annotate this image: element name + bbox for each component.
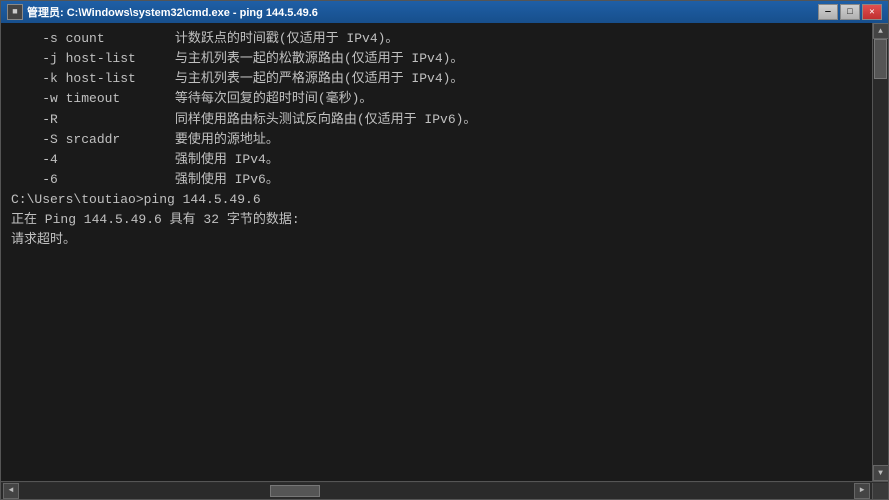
scroll-h-thumb[interactable] xyxy=(270,485,320,497)
terminal-line: -s count 计数跃点的时间戳(仅适用于 IPv4)。 xyxy=(11,29,862,49)
scroll-corner xyxy=(872,483,888,499)
title-bar: ■ 管理员: C:\Windows\system32\cmd.exe - pin… xyxy=(1,1,888,23)
window-icon: ■ xyxy=(7,4,23,20)
terminal-line: -k host-list 与主机列表一起的严格源路由(仅适用于 IPv4)。 xyxy=(11,69,862,89)
cmd-window: ■ 管理员: C:\Windows\system32\cmd.exe - pin… xyxy=(0,0,889,500)
horizontal-scrollbar[interactable]: ◄ ► xyxy=(1,483,872,499)
minimize-button[interactable]: — xyxy=(818,4,838,20)
scroll-track[interactable] xyxy=(873,39,888,465)
scroll-up-arrow[interactable]: ▲ xyxy=(873,23,889,39)
maximize-button[interactable]: □ xyxy=(840,4,860,20)
scroll-h-track[interactable] xyxy=(19,484,854,498)
terminal-line: -R 同样使用路由标头测试反向路由(仅适用于 IPv6)。 xyxy=(11,110,862,130)
terminal-line: -4 强制使用 IPv4。 xyxy=(11,150,862,170)
terminal-line: -S srcaddr 要使用的源地址。 xyxy=(11,130,862,150)
terminal-line: 请求超时。 xyxy=(11,230,862,250)
terminal-line: -w timeout 等待每次回复的超时时间(毫秒)。 xyxy=(11,89,862,109)
cmd-content[interactable]: -s count 计数跃点的时间戳(仅适用于 IPv4)。 -j host-li… xyxy=(1,23,872,481)
scroll-thumb[interactable] xyxy=(874,39,887,79)
scroll-left-arrow[interactable]: ◄ xyxy=(3,483,19,499)
title-bar-buttons: — □ ✕ xyxy=(818,4,882,20)
scroll-down-arrow[interactable]: ▼ xyxy=(873,465,889,481)
terminal-line: -6 强制使用 IPv6。 xyxy=(11,170,862,190)
scroll-right-arrow[interactable]: ► xyxy=(854,483,870,499)
window-title: 管理员: C:\Windows\system32\cmd.exe - ping … xyxy=(27,4,318,20)
terminal-line: C:\Users\toutiao>ping 144.5.49.6 xyxy=(11,190,862,210)
terminal-line: 正在 Ping 144.5.49.6 具有 32 字节的数据: xyxy=(11,210,862,230)
close-button[interactable]: ✕ xyxy=(862,4,882,20)
terminal-line: -j host-list 与主机列表一起的松散源路由(仅适用于 IPv4)。 xyxy=(11,49,862,69)
cmd-body: -s count 计数跃点的时间戳(仅适用于 IPv4)。 -j host-li… xyxy=(1,23,888,481)
bottom-bar: ◄ ► xyxy=(1,481,888,499)
vertical-scrollbar[interactable]: ▲ ▼ xyxy=(872,23,888,481)
title-bar-left: ■ 管理员: C:\Windows\system32\cmd.exe - pin… xyxy=(7,4,318,20)
